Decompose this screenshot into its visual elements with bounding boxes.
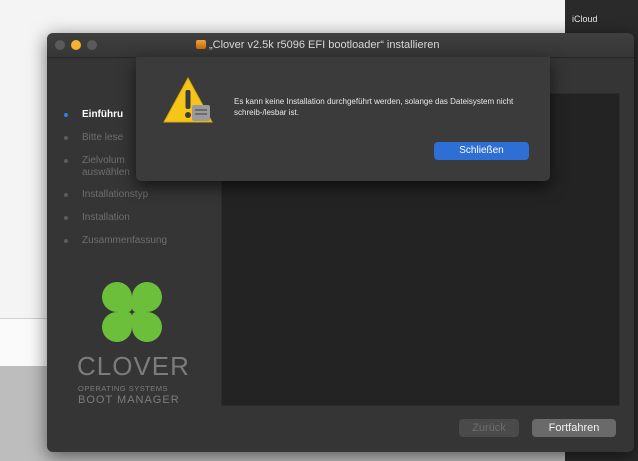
alert-dialog: Es kann keine Installation durchgeführt … bbox=[136, 57, 550, 181]
step-indicator-dot bbox=[64, 216, 68, 220]
close-window-icon[interactable] bbox=[55, 40, 65, 50]
step-label: Bitte lese bbox=[82, 132, 124, 143]
step-indicator-dot bbox=[64, 239, 68, 243]
clover-leaf bbox=[102, 282, 132, 312]
step-indicator-dot bbox=[64, 159, 68, 163]
minimize-window-icon[interactable] bbox=[71, 40, 81, 50]
step-label: Zusammenfassung bbox=[82, 235, 168, 246]
step-label: Zielvolum bbox=[82, 155, 125, 166]
step-indicator-dot bbox=[64, 193, 68, 197]
title-bar[interactable]: „Clover v2.5k r5096 EFI bootloader“ inst… bbox=[47, 33, 634, 58]
window-title: „Clover v2.5k r5096 EFI bootloader“ inst… bbox=[196, 39, 440, 53]
step-indicator-dot bbox=[64, 113, 68, 117]
four-leaf-clover-logo bbox=[97, 277, 167, 347]
step-indicator-dot bbox=[64, 136, 68, 140]
brand-tagline-secondary: BOOT MANAGER bbox=[78, 394, 180, 406]
step-label: Installation bbox=[82, 212, 130, 223]
icloud-label[interactable]: iCloud bbox=[572, 14, 598, 24]
step-label: auswählen bbox=[82, 167, 130, 178]
alert-message: Es kann keine Installation durchgeführt … bbox=[234, 97, 514, 117]
back-button[interactable]: Zurück bbox=[459, 419, 519, 437]
installer-package-icon bbox=[196, 40, 206, 49]
window-title-text: „Clover v2.5k r5096 EFI bootloader“ inst… bbox=[209, 39, 440, 51]
close-button[interactable]: Schließen bbox=[434, 142, 529, 160]
continue-button[interactable]: Fortfahren bbox=[532, 419, 616, 437]
brand-name: CLOVER bbox=[77, 351, 190, 381]
zoom-window-icon[interactable] bbox=[87, 40, 97, 50]
warning-icon bbox=[163, 76, 213, 123]
step-label: Installationstyp bbox=[82, 189, 149, 200]
brand-tagline: OPERATING SYSTEMS bbox=[78, 384, 169, 393]
clover-leaf bbox=[102, 312, 132, 342]
clover-leaf bbox=[132, 312, 162, 342]
step-label: Einführu bbox=[82, 109, 124, 120]
clover-leaf bbox=[132, 282, 162, 312]
